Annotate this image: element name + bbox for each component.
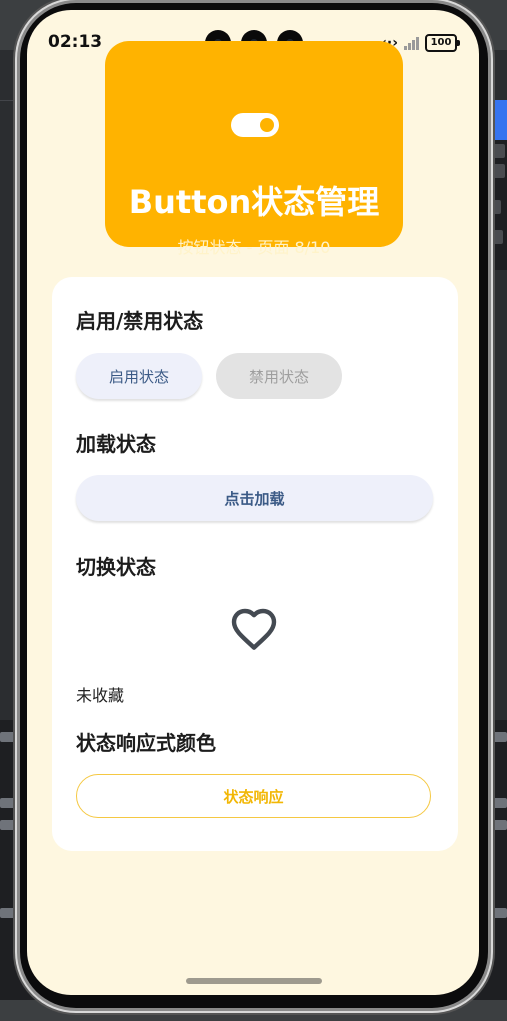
enabled-state-button[interactable]: 启用状态 (76, 353, 202, 399)
page-subtitle: 按钮状态 - 页面 8/10 (177, 238, 331, 257)
toggle-on-icon (231, 113, 279, 137)
battery-icon: 100 (425, 34, 460, 52)
page-title: Button状态管理 (128, 183, 380, 221)
section-title-enable-disable: 启用/禁用状态 (76, 309, 204, 333)
section-title-reactive-color: 状态响应式颜色 (76, 731, 216, 755)
disabled-state-button: 禁用状态 (216, 353, 342, 399)
reactive-color-button[interactable]: 状态响应 (76, 774, 431, 818)
load-button[interactable]: 点击加载 (76, 475, 433, 521)
content-card: 启用/禁用状态 启用状态 禁用状态 加载状态 点击加载 切换状态 未收藏 状态响… (52, 277, 458, 851)
signal-icon (404, 36, 419, 50)
ide-terminal-line (487, 908, 507, 918)
ide-terminal-line (487, 820, 507, 830)
favorite-status-text: 未收藏 (76, 686, 125, 705)
header-card: Button状态管理 按钮状态 - 页面 8/10 (105, 41, 403, 257)
ide-terminal-line (487, 798, 507, 808)
ide-terminal-line (487, 732, 507, 742)
heart-outline-icon[interactable] (230, 607, 278, 651)
section-title-toggle: 切换状态 (76, 555, 156, 579)
section-title-loading: 加载状态 (76, 432, 156, 456)
home-indicator[interactable] (186, 978, 322, 984)
phone-screen: 02:13 ‹·› 100 Button状态管理 按钮状态 - 页面 8/10 … (27, 10, 479, 995)
status-time: 02:13 (48, 32, 103, 52)
